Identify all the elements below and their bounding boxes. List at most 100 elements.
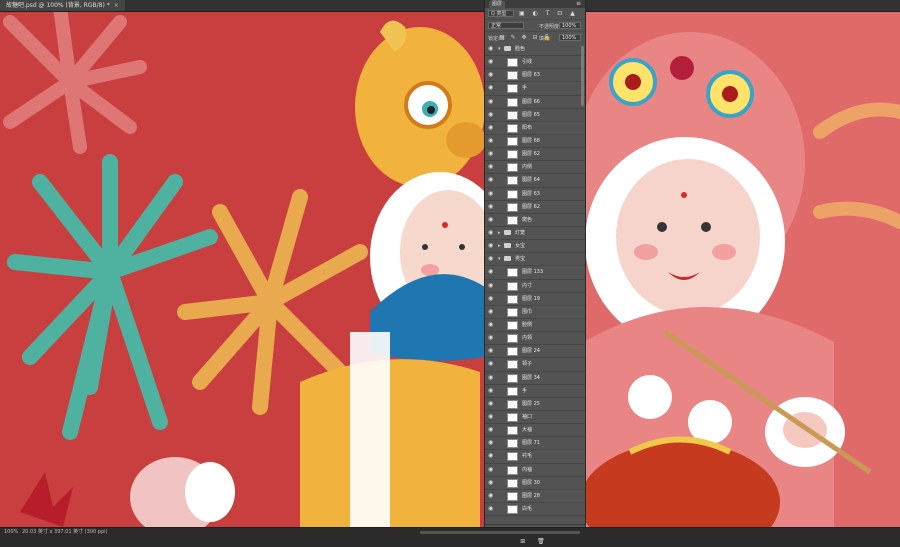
opacity-label: 不透明度: xyxy=(539,24,561,30)
layer-row[interactable]: ◉ 图层 34 xyxy=(485,371,585,385)
layer-row[interactable]: ◉ 阳布 xyxy=(485,121,585,135)
visibility-eye-icon[interactable]: ◉ xyxy=(488,72,494,78)
layer-thumbnail xyxy=(507,215,518,225)
visibility-eye-icon[interactable]: ◉ xyxy=(488,46,494,52)
layer-row[interactable]: ◉ 图层 30 xyxy=(485,476,585,490)
layer-row[interactable]: ◉ 图层 68 xyxy=(485,134,585,149)
visibility-eye-icon[interactable]: ◉ xyxy=(488,492,494,499)
horizontal-scrollbar[interactable] xyxy=(420,531,580,534)
visibility-eye-icon[interactable]: ◉ xyxy=(488,177,494,183)
visibility-eye-icon[interactable]: ◉ xyxy=(488,453,494,459)
visibility-eye-icon[interactable]: ◉ xyxy=(488,282,494,289)
close-tab-icon[interactable]: × xyxy=(114,2,119,9)
layer-group-row[interactable]: ◉ ▸ 女宝 xyxy=(485,240,585,254)
layer-row[interactable]: ◉ 图层 19 xyxy=(485,292,585,306)
layer-thumbnail xyxy=(507,504,518,514)
visibility-eye-icon[interactable]: ◉ xyxy=(488,85,494,91)
layer-list-scrollbar[interactable] xyxy=(581,46,584,106)
visibility-eye-icon[interactable]: ◉ xyxy=(488,335,494,341)
layer-row[interactable]: ◉ 图层 63 xyxy=(485,187,585,201)
layer-row[interactable]: ◉ 脸侧 xyxy=(485,318,585,333)
visibility-eye-icon[interactable]: ◉ xyxy=(488,216,494,223)
layer-row[interactable]: ◉ 图层 65 xyxy=(485,108,585,122)
opacity-field[interactable]: 100% xyxy=(559,22,581,29)
layer-thumbnail xyxy=(507,426,518,436)
fill-field[interactable]: 100% xyxy=(559,34,581,41)
layer-row[interactable]: ◉ 手 xyxy=(485,384,585,398)
visibility-eye-icon[interactable]: ◉ xyxy=(488,243,494,249)
panel-menu-icon[interactable]: ≡ xyxy=(576,0,581,7)
layer-row[interactable]: ◉ 袖口 xyxy=(485,410,585,425)
layer-group-row[interactable]: ◉ ▸ 灯笼 xyxy=(485,226,585,241)
visibility-eye-icon[interactable]: ◉ xyxy=(488,59,494,65)
layer-group-row[interactable]: ◉ ▾ 脸色 xyxy=(485,43,585,57)
layer-row[interactable]: ◉ 图层 62 xyxy=(485,148,585,162)
layer-row[interactable]: ◉ 白毛 xyxy=(485,502,585,517)
visibility-eye-icon[interactable]: ◉ xyxy=(488,505,494,512)
visibility-eye-icon[interactable]: ◉ xyxy=(488,440,494,446)
layer-row[interactable]: ◉ 图层 63 xyxy=(485,69,585,83)
visibility-eye-icon[interactable]: ◉ xyxy=(488,190,494,197)
layers-panel: 图层 ≡ Q 类型 ▣ ◐ T ⊡ ▲ 正常 不透明度: 100% 锁定: ▦ … xyxy=(484,0,586,545)
visibility-eye-icon[interactable]: ◉ xyxy=(488,361,494,367)
visibility-eye-icon[interactable]: ◉ xyxy=(488,256,494,262)
layers-panel-title[interactable]: 图层 xyxy=(489,1,506,8)
layer-row[interactable]: ◉ 内寸 xyxy=(485,279,585,293)
layer-row[interactable]: ◉ 衬毛 xyxy=(485,450,585,464)
artwork-canvas[interactable] xyxy=(0,12,900,527)
layer-row[interactable]: ◉ 图层 64 xyxy=(485,174,585,188)
layer-row[interactable]: ◉ 图层 28 xyxy=(485,489,585,503)
chevron-down-icon[interactable]: ▾ xyxy=(498,256,501,262)
document-tab[interactable]: 故糖吧.psd @ 100% (背景, RGB/8) * × xyxy=(0,0,125,11)
chevron-down-icon[interactable]: ▾ xyxy=(498,46,501,52)
visibility-eye-icon[interactable]: ◉ xyxy=(488,427,494,433)
visibility-eye-icon[interactable]: ◉ xyxy=(488,98,494,105)
layer-group-row[interactable]: ◉ ▾ 男宝 xyxy=(485,253,585,267)
visibility-eye-icon[interactable]: ◉ xyxy=(488,269,494,275)
blend-mode-select[interactable]: 正常 xyxy=(488,22,524,29)
visibility-eye-icon[interactable]: ◉ xyxy=(488,400,494,407)
visibility-eye-icon[interactable]: ◉ xyxy=(488,308,494,315)
visibility-eye-icon[interactable]: ◉ xyxy=(488,229,494,236)
filter-kind-select[interactable]: Q 类型 xyxy=(488,10,514,17)
visibility-eye-icon[interactable]: ◉ xyxy=(488,124,494,131)
visibility-eye-icon[interactable]: ◉ xyxy=(488,164,494,170)
chevron-right-icon[interactable]: ▸ xyxy=(498,243,501,249)
layer-row[interactable]: ◉ 图层 25 xyxy=(485,397,585,411)
visibility-eye-icon[interactable]: ◉ xyxy=(488,466,494,473)
layer-name: 图层 24 xyxy=(522,348,540,355)
layer-row[interactable]: ◉ 图层 62 xyxy=(485,200,585,214)
visibility-eye-icon[interactable]: ◉ xyxy=(488,137,494,144)
visibility-eye-icon[interactable]: ◉ xyxy=(488,151,494,157)
visibility-eye-icon[interactable]: ◉ xyxy=(488,295,494,302)
layer-row[interactable]: ◉ 内领 xyxy=(485,332,585,346)
layer-row[interactable]: ◉ 图层 24 xyxy=(485,345,585,359)
layer-row[interactable]: ◉ 领子 xyxy=(485,358,585,372)
visibility-eye-icon[interactable]: ◉ xyxy=(488,321,494,328)
layer-row[interactable]: ◉ 内袖 xyxy=(485,463,585,477)
visibility-eye-icon[interactable]: ◉ xyxy=(488,387,494,394)
visibility-eye-icon[interactable]: ◉ xyxy=(488,479,494,486)
visibility-eye-icon[interactable]: ◉ xyxy=(488,203,494,210)
layer-thumbnail xyxy=(507,281,518,291)
layer-list[interactable]: ◉ ▾ 脸色 ◉ 引线 ◉ 图层 63 ◉ 手 ◉ 图层 66 ◉ 图层 65 ◉ 阳布 ◉ 图层 68 ◉ 图层 … xyxy=(485,43,585,517)
layer-thumbnail xyxy=(507,320,518,330)
layer-row[interactable]: ◉ 图层 71 xyxy=(485,437,585,451)
layer-row[interactable]: ◉ 引线 xyxy=(485,56,585,70)
visibility-eye-icon[interactable]: ◉ xyxy=(488,374,494,381)
layer-row[interactable]: ◉ 图层 133 xyxy=(485,266,585,280)
chevron-right-icon[interactable]: ▸ xyxy=(498,230,501,236)
layer-row[interactable]: ◉底衫 xyxy=(485,516,585,517)
visibility-eye-icon[interactable]: ◉ xyxy=(488,413,494,420)
layer-row[interactable]: ◉ 围巾 xyxy=(485,305,585,319)
layer-row[interactable]: ◉ 手 xyxy=(485,82,585,96)
layer-row[interactable]: ◉ 大袖 xyxy=(485,424,585,438)
layer-name: 灯笼 xyxy=(515,229,526,236)
layer-row[interactable]: ◉ 内侧 xyxy=(485,161,585,175)
visibility-eye-icon[interactable]: ◉ xyxy=(488,111,494,118)
layer-row[interactable]: ◉ 图层 66 xyxy=(485,95,585,109)
layer-row[interactable]: ◉ 爬色 xyxy=(485,213,585,227)
filter-type-icons[interactable]: ▣ ◐ T ⊡ ▲ xyxy=(519,10,578,17)
layer-name: 图层 25 xyxy=(522,400,540,407)
visibility-eye-icon[interactable]: ◉ xyxy=(488,348,494,354)
